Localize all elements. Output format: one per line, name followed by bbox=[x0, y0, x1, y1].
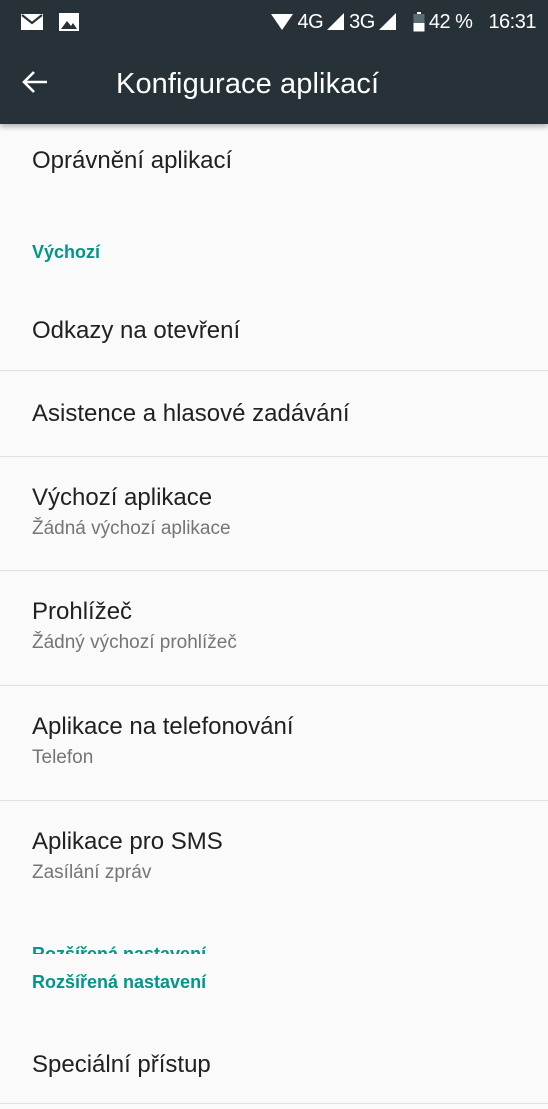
section-header-advanced: Rozšířená nastavení bbox=[32, 972, 207, 992]
list-item-title: Aplikace na telefonování bbox=[32, 713, 294, 740]
status-notifications bbox=[20, 12, 80, 32]
list-item-title: Výchozí aplikace bbox=[32, 484, 213, 511]
section-header-default: Výchozí bbox=[32, 242, 101, 262]
list-item-app-permissions[interactable]: Oprávnění aplikací bbox=[0, 146, 548, 206]
list-item-phone-app[interactable]: Aplikace na telefonování Telefon bbox=[0, 686, 548, 801]
list-item-title: Aplikace pro SMS bbox=[32, 828, 223, 855]
page-title: Konfigurace aplikací bbox=[116, 67, 380, 100]
list-item-subtitle: Žádná výchozí aplikace bbox=[32, 518, 231, 539]
list-item-special-access[interactable]: Speciální přístup bbox=[0, 1022, 548, 1104]
list-item-default-apps[interactable]: Výchozí aplikace Žádná výchozí aplikace bbox=[0, 457, 548, 571]
list-item-browser[interactable]: Prohlížeč Žádný výchozí prohlížeč bbox=[0, 571, 548, 686]
back-arrow-icon bbox=[22, 70, 48, 99]
list-item-subtitle: Zasílání zpráv bbox=[32, 862, 152, 883]
network-4g-label: 4G bbox=[297, 10, 324, 33]
list-item-title: Prohlížeč bbox=[32, 598, 133, 625]
list-item-title: Speciální přístup bbox=[32, 1051, 211, 1078]
status-bar: 4G 3G 42 % 16:31 bbox=[0, 0, 548, 44]
battery-icon bbox=[413, 12, 425, 32]
app-toolbar: Konfigurace aplikací bbox=[0, 44, 548, 124]
wifi-icon bbox=[271, 13, 294, 31]
section-header-advanced-clipped: Rozšířená nastavení bbox=[32, 944, 207, 954]
list-item-sms-app[interactable]: Aplikace pro SMS Zasílání zpráv bbox=[0, 801, 548, 931]
mail-icon bbox=[20, 13, 44, 31]
list-item-assist-voice[interactable]: Asistence a hlasové zadávání bbox=[0, 371, 548, 457]
signal-icon bbox=[378, 13, 397, 31]
list-item-title: Odkazy na otevření bbox=[32, 317, 241, 344]
clock: 16:31 bbox=[488, 10, 536, 33]
image-icon bbox=[58, 12, 80, 32]
signal-icon bbox=[327, 13, 345, 31]
settings-list: Oprávnění aplikací Výchozí Odkazy na ote… bbox=[0, 124, 548, 1109]
back-button[interactable] bbox=[22, 54, 80, 114]
list-item-title: Asistence a hlasové zadávání bbox=[32, 400, 350, 427]
network-3g-label: 3G bbox=[349, 10, 375, 33]
list-item-title: Oprávnění aplikací bbox=[32, 147, 233, 174]
list-item-open-links[interactable]: Odkazy na otevření bbox=[0, 286, 548, 371]
list-item-subtitle: Telefon bbox=[32, 747, 94, 768]
battery-percent: 42 % bbox=[428, 10, 473, 33]
status-system: 4G 3G 42 % 16:31 bbox=[271, 11, 536, 34]
list-item-subtitle: Žádný výchozí prohlížeč bbox=[32, 632, 237, 653]
